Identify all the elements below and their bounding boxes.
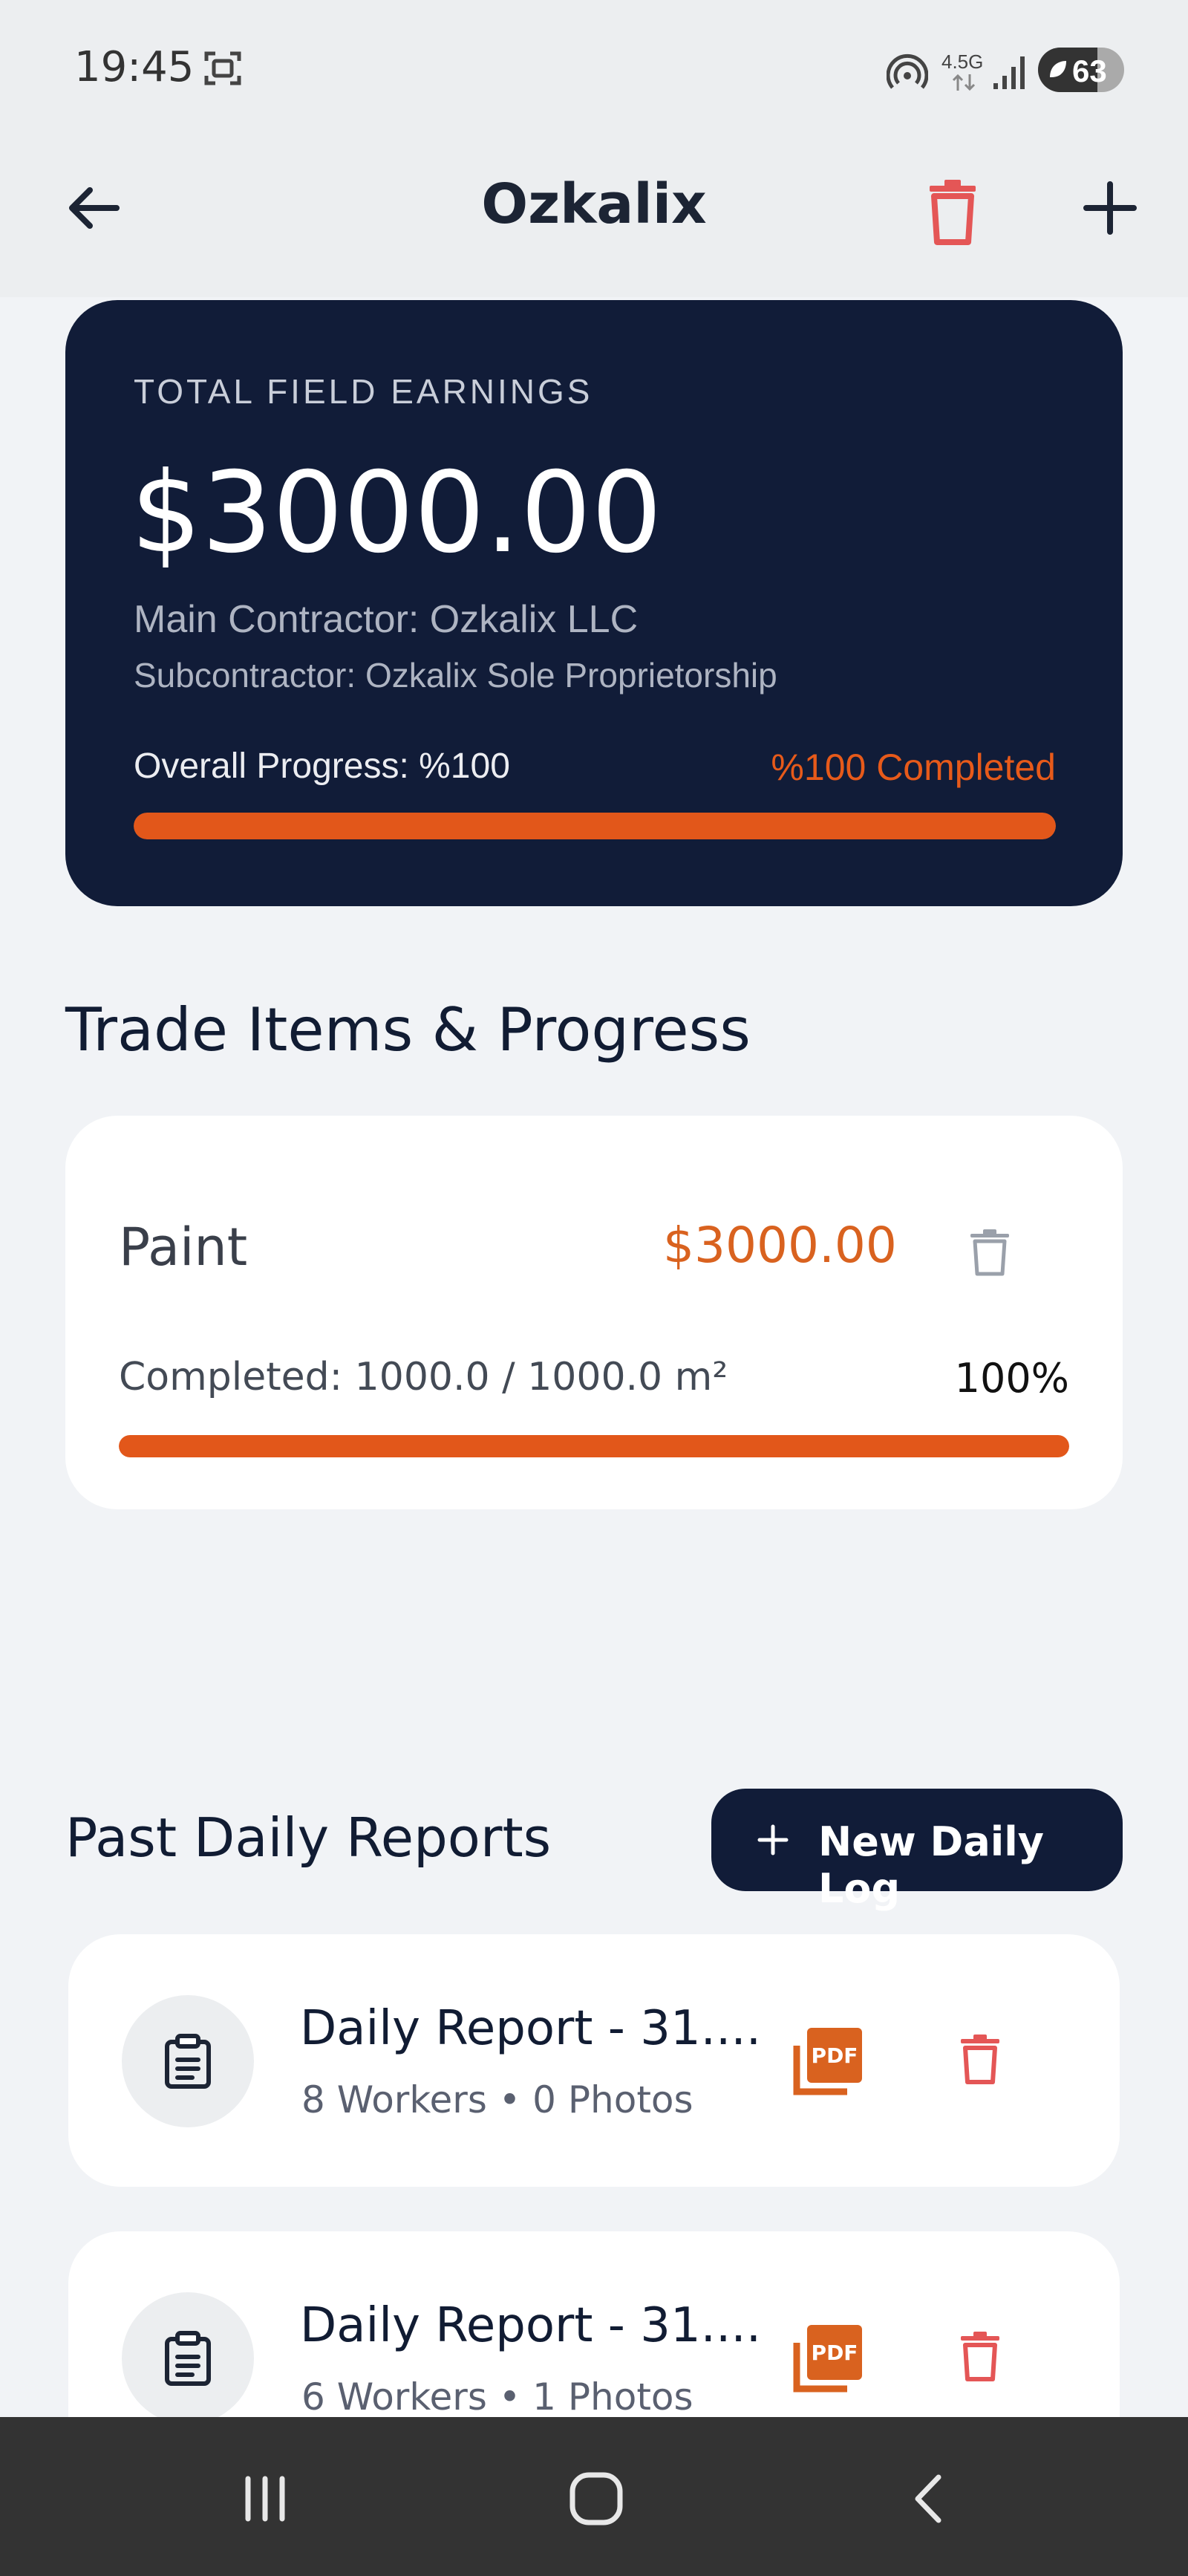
- new-daily-log-label: New Daily Log: [818, 1818, 1044, 1912]
- battery-icon: 63: [1038, 48, 1124, 92]
- status-time: 19:45: [74, 43, 195, 91]
- clipboard-icon: [165, 2331, 211, 2386]
- pdf-label: PDF: [812, 2341, 858, 2365]
- data-arrows-icon: [952, 74, 976, 91]
- past-reports-heading: Past Daily Reports: [65, 1806, 552, 1869]
- report-icon-circle: [122, 2292, 254, 2424]
- trade-item-completed: Completed: 1000.0 / 1000.0 m²: [119, 1355, 728, 1399]
- report-meta: 8 Workers • 0 Photos: [301, 2078, 693, 2121]
- back-icon: [915, 2474, 941, 2523]
- trade-item-price: $3000.00: [663, 1217, 897, 1274]
- delete-report-button[interactable]: [950, 2319, 1010, 2393]
- trade-items-heading: Trade Items & Progress: [65, 995, 751, 1064]
- page-title: Ozkalix: [481, 172, 707, 236]
- pdf-label: PDF: [812, 2043, 858, 2068]
- total-earnings-amount: $3000.00: [131, 449, 662, 578]
- trade-item-card[interactable]: Paint $3000.00 Completed: 1000.0 / 1000.…: [65, 1116, 1123, 1509]
- recents-button[interactable]: [224, 2458, 306, 2540]
- pdf-icon[interactable]: PDF: [792, 2320, 866, 2395]
- trade-item-progress-bar: [119, 1435, 1069, 1457]
- battery-level: 63: [1072, 53, 1107, 88]
- report-icon-circle: [122, 1995, 254, 2127]
- trade-item-name: Paint: [119, 1217, 248, 1278]
- subcontractor: Subcontractor: Ozkalix Sole Proprietorsh…: [134, 656, 777, 695]
- new-daily-log-button[interactable]: New Daily Log: [711, 1789, 1123, 1912]
- delete-report-button[interactable]: [950, 2022, 1010, 2096]
- clipboard-icon: [165, 2034, 211, 2089]
- signal-icon: [993, 56, 1025, 89]
- plus-icon: [748, 1815, 797, 1864]
- trade-item-percent: 100%: [954, 1355, 1069, 1402]
- total-earnings-label: TOTAL FIELD EARNINGS: [134, 372, 593, 411]
- trash-icon: [970, 1229, 1009, 1276]
- overall-progress-label: Overall Progress: %100: [134, 747, 510, 786]
- system-nav-bar: [0, 2417, 1188, 2576]
- report-title: Daily Report - 31....: [300, 2298, 762, 2353]
- overall-progress-fill: [134, 813, 1056, 839]
- delete-trade-item-button[interactable]: [956, 1215, 1023, 1289]
- delete-project-button[interactable]: [912, 163, 993, 260]
- completed-status: %100 Completed: [771, 747, 1056, 788]
- home-icon: [569, 2472, 623, 2525]
- back-nav-button[interactable]: [888, 2458, 970, 2540]
- screenshot-icon: [204, 51, 241, 85]
- trash-icon: [961, 2035, 999, 2084]
- recents-icon: [245, 2476, 285, 2522]
- plus-icon: [1083, 181, 1137, 235]
- earnings-summary-card: TOTAL FIELD EARNINGS $3000.00 Main Contr…: [65, 300, 1123, 906]
- home-button[interactable]: [555, 2458, 637, 2540]
- daily-report-card[interactable]: Daily Report - 31.... 8 Workers • 0 Phot…: [68, 1934, 1120, 2187]
- overall-progress-bar: [134, 813, 1056, 839]
- status-bar: 19:45 4.5G 63: [0, 0, 1188, 134]
- trash-icon: [930, 180, 976, 245]
- trade-item-progress-fill: [119, 1435, 1069, 1457]
- report-meta: 6 Workers • 1 Photos: [301, 2375, 693, 2419]
- pdf-icon[interactable]: PDF: [792, 2023, 866, 2098]
- main-contractor: Main Contractor: Ozkalix LLC: [134, 598, 639, 641]
- app-bar: Ozkalix: [0, 134, 1188, 297]
- network-label: 4.5G: [941, 51, 984, 73]
- trash-icon: [961, 2332, 999, 2381]
- report-title: Daily Report - 31....: [300, 2001, 762, 2056]
- hotspot-icon: [887, 53, 928, 89]
- add-button[interactable]: [1069, 167, 1151, 249]
